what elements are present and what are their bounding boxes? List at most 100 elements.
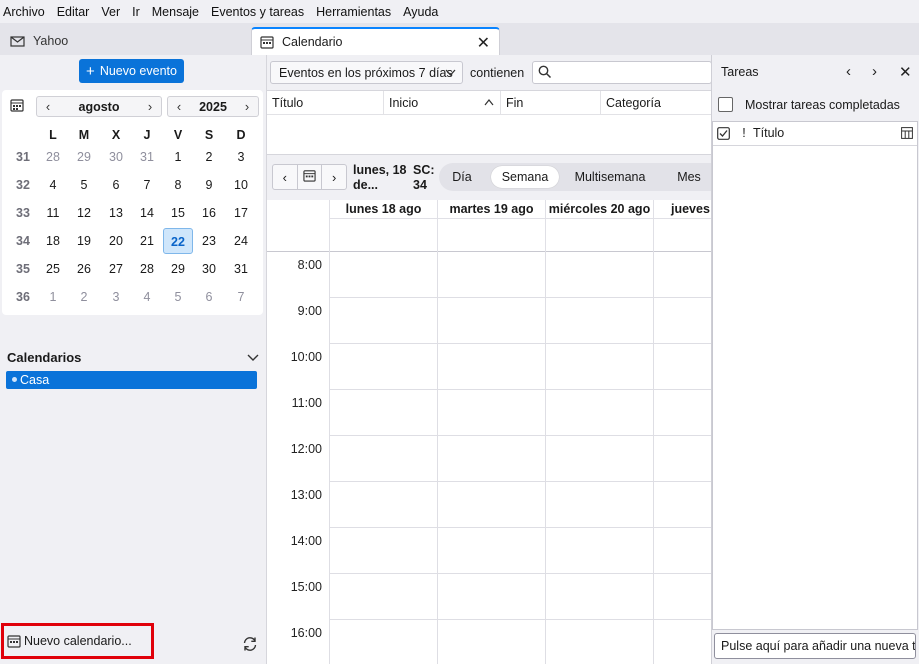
menu-ayuda[interactable]: Ayuda xyxy=(403,5,438,19)
event-search-input[interactable] xyxy=(532,61,712,84)
mini-month-day[interactable]: 10 xyxy=(226,172,256,198)
mini-month-day[interactable]: 19 xyxy=(69,228,99,254)
close-icon[interactable]: ✕ xyxy=(899,63,912,81)
mini-month-day[interactable]: 4 xyxy=(38,172,68,198)
tab-yahoo[interactable]: Yahoo xyxy=(2,27,250,55)
search-icon xyxy=(538,65,552,82)
mini-month-day[interactable]: 5 xyxy=(69,172,99,198)
mini-month-day[interactable]: 1 xyxy=(163,144,193,170)
event-list: Título Inicio Fin Categoría xyxy=(267,90,712,155)
mini-month-day[interactable]: 29 xyxy=(69,144,99,170)
event-filter-bar: Eventos en los próximos 7 días contienen xyxy=(267,55,712,90)
mini-month-day[interactable]: 30 xyxy=(194,256,224,282)
mini-month-day[interactable]: 28 xyxy=(132,256,162,282)
day-header[interactable]: miércoles 20 ago xyxy=(545,200,653,252)
column-title[interactable]: Título xyxy=(267,91,384,115)
mini-month-day[interactable]: 9 xyxy=(194,172,224,198)
event-filter-select[interactable]: Eventos en los próximos 7 días xyxy=(270,61,463,84)
mini-month-day[interactable]: 12 xyxy=(69,200,99,226)
mini-month-day[interactable]: 20 xyxy=(101,228,131,254)
mini-month-day[interactable]: 4 xyxy=(132,284,162,310)
day-of-week-label: M xyxy=(78,128,90,142)
view-day-button[interactable]: Día xyxy=(445,166,479,188)
show-completed-checkbox[interactable] xyxy=(718,97,733,112)
mini-month-day[interactable]: 31 xyxy=(226,256,256,282)
mini-month-day[interactable]: 29 xyxy=(163,256,193,282)
calendar-item-casa[interactable]: Casa xyxy=(6,371,257,389)
mini-month-day[interactable]: 1 xyxy=(38,284,68,310)
show-completed-toggle[interactable]: Mostrar tareas completadas xyxy=(718,97,900,112)
next-year-icon[interactable]: › xyxy=(236,99,258,114)
column-end[interactable]: Fin xyxy=(501,91,601,115)
next-month-icon[interactable]: › xyxy=(139,99,161,114)
mini-month-day[interactable]: 26 xyxy=(69,256,99,282)
chevron-down-icon[interactable] xyxy=(247,350,259,365)
tab-calendario[interactable]: Calendario ✕ xyxy=(251,27,500,55)
mini-month-day[interactable]: 8 xyxy=(163,172,193,198)
mini-month-day[interactable]: 21 xyxy=(132,228,162,254)
mini-month-day[interactable]: 17 xyxy=(226,200,256,226)
day-header[interactable]: martes 19 ago xyxy=(437,200,545,252)
new-event-button[interactable]: + Nuevo evento xyxy=(79,59,184,83)
mini-month-day[interactable]: 23 xyxy=(194,228,224,254)
day-header[interactable]: jueves 21 ago xyxy=(653,200,712,252)
menu-ir[interactable]: Ir xyxy=(132,5,140,19)
today-nav-button[interactable] xyxy=(298,165,323,189)
chevron-left-icon[interactable]: ‹ xyxy=(846,63,851,80)
mini-month-day[interactable]: 27 xyxy=(101,256,131,282)
prev-year-icon[interactable]: ‹ xyxy=(168,99,190,114)
refresh-icon[interactable] xyxy=(241,635,259,653)
task-title-column[interactable]: Título xyxy=(753,122,784,145)
mini-month-day[interactable]: 2 xyxy=(69,284,99,310)
mini-month-day[interactable]: 2 xyxy=(194,144,224,170)
column-start[interactable]: Inicio xyxy=(384,91,501,115)
prev-month-icon[interactable]: ‹ xyxy=(37,99,59,114)
today-button[interactable] xyxy=(6,96,28,116)
mini-month-day[interactable]: 14 xyxy=(132,200,162,226)
mini-month-day[interactable]: 24 xyxy=(226,228,256,254)
mini-month-day[interactable]: 5 xyxy=(163,284,193,310)
mini-month-day[interactable]: 7 xyxy=(132,172,162,198)
mini-month-day[interactable]: 3 xyxy=(226,144,256,170)
mini-month-day[interactable]: 28 xyxy=(38,144,68,170)
calendars-header[interactable]: Calendarios xyxy=(7,347,259,367)
close-tab-icon[interactable]: ✕ xyxy=(477,33,490,53)
mini-month-day[interactable]: 13 xyxy=(101,200,131,226)
next-week-icon[interactable]: › xyxy=(322,165,346,189)
day-header[interactable]: lunes 18 ago xyxy=(329,200,437,252)
mini-month-day[interactable]: 15 xyxy=(163,200,193,226)
view-multiweek-button[interactable]: Multisemana xyxy=(569,166,651,188)
mini-month-day[interactable]: 7 xyxy=(226,284,256,310)
hour-label: 14:00 xyxy=(290,534,322,548)
menu-eventos-tareas[interactable]: Eventos y tareas xyxy=(211,5,304,19)
mini-month-day[interactable]: 11 xyxy=(38,200,68,226)
hour-line xyxy=(329,389,712,390)
menu-mensaje[interactable]: Mensaje xyxy=(152,5,199,19)
chevron-right-icon[interactable]: › xyxy=(872,63,877,80)
completed-column-icon[interactable] xyxy=(717,122,730,145)
menu-editar[interactable]: Editar xyxy=(57,5,90,19)
mini-month-day[interactable]: 6 xyxy=(101,172,131,198)
mini-month-day[interactable]: 16 xyxy=(194,200,224,226)
view-month-button[interactable]: Mes xyxy=(665,166,713,188)
previous-week-icon[interactable]: ‹ xyxy=(273,165,298,189)
mini-month-day[interactable]: 30 xyxy=(101,144,131,170)
priority-column[interactable]: ! xyxy=(738,122,750,145)
menu-ver[interactable]: Ver xyxy=(101,5,120,19)
mini-month-day[interactable]: 18 xyxy=(38,228,68,254)
week-time-grid[interactable]: 8:00 9:00 10:00 11:00 12:00 13:00 14:00 15:00 16… xyxy=(267,252,712,664)
column-category[interactable]: Categoría xyxy=(601,91,712,115)
column-picker-icon[interactable] xyxy=(901,122,913,145)
menu-herramientas[interactable]: Herramientas xyxy=(316,5,391,19)
mini-month-day[interactable]: 3 xyxy=(101,284,131,310)
mini-month-day[interactable]: 6 xyxy=(194,284,224,310)
mini-month-day-today[interactable]: 22 xyxy=(163,228,193,254)
new-calendar-label: Nuevo calendario... xyxy=(24,634,132,648)
tasks-pane: Tareas ‹ › ✕ Mostrar tareas completadas … xyxy=(711,55,919,664)
new-calendar-button[interactable]: Nuevo calendario... xyxy=(1,623,154,659)
mini-month-day[interactable]: 25 xyxy=(38,256,68,282)
view-week-button[interactable]: Semana xyxy=(491,166,559,188)
menu-archivo[interactable]: Archivo xyxy=(3,5,45,19)
add-task-input[interactable]: Pulse aquí para añadir una nueva tarea xyxy=(714,633,916,659)
mini-month-day[interactable]: 31 xyxy=(132,144,162,170)
